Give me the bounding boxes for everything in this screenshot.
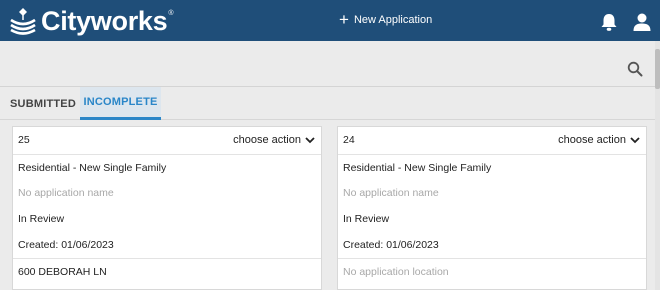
application-type: Residential - New Single Family (13, 154, 321, 180)
tab-incomplete[interactable]: INCOMPLETE (80, 87, 161, 120)
cityworks-logo[interactable]: Cityworks ® (8, 5, 174, 37)
choose-action-label: choose action (233, 134, 301, 146)
new-application-button[interactable]: + New Application (339, 11, 432, 28)
application-type: Residential - New Single Family (338, 154, 646, 180)
application-name: No application name (343, 187, 439, 199)
application-card[interactable]: 24 choose action Residential - New Singl… (337, 126, 647, 290)
tab-bar: SUBMITTED INCOMPLETE (0, 87, 655, 120)
application-id: 25 (18, 134, 30, 146)
tab-submitted[interactable]: SUBMITTED (8, 87, 78, 120)
scrollbar[interactable] (655, 41, 660, 290)
choose-action-dropdown[interactable]: choose action (558, 127, 640, 153)
app-header: Cityworks ® + New Application (0, 0, 660, 41)
application-id: 24 (343, 134, 355, 146)
chevron-down-icon (630, 137, 640, 144)
search-icon[interactable] (627, 61, 643, 77)
application-location: No application location (338, 258, 646, 284)
cityworks-logo-icon (10, 8, 36, 35)
trademark: ® (168, 9, 174, 17)
bell-icon[interactable] (599, 12, 619, 32)
chevron-down-icon (305, 137, 315, 144)
application-card[interactable]: 25 choose action Residential - New Singl… (12, 126, 322, 290)
application-name: No application name (18, 187, 114, 199)
plus-icon: + (339, 10, 349, 29)
scrollbar-thumb[interactable] (655, 49, 660, 89)
new-application-label: New Application (353, 13, 433, 26)
application-location: 600 DEBORAH LN (13, 258, 321, 284)
user-icon[interactable] (632, 12, 652, 32)
choose-action-label: choose action (558, 134, 626, 146)
application-created-date: Created: 01/06/2023 (343, 239, 439, 251)
application-status: In Review (18, 213, 65, 225)
toolbar (0, 41, 655, 87)
brand-name: Cityworks (41, 5, 168, 36)
choose-action-dropdown[interactable]: choose action (233, 127, 315, 153)
application-created-date: Created: 01/06/2023 (18, 239, 114, 251)
application-status: In Review (343, 213, 390, 225)
